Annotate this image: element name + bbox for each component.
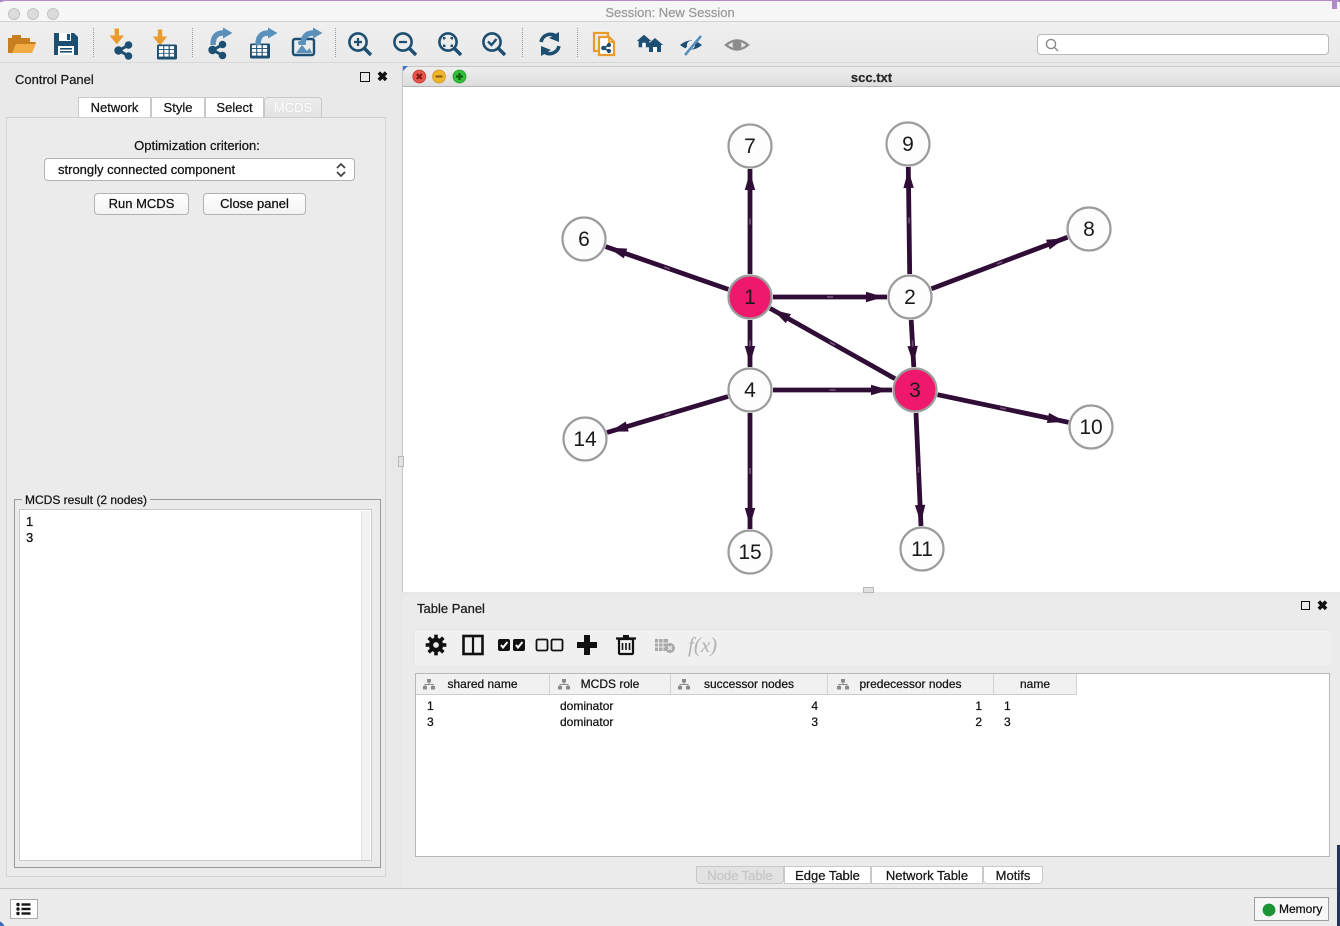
svg-text:9: 9 [902,133,914,156]
svg-text:6: 6 [578,228,590,251]
svg-text:4: 4 [744,379,756,402]
svg-text:7: 7 [744,135,756,158]
svg-text:3: 3 [909,379,921,402]
svg-text:11: 11 [911,538,933,561]
svg-text:2: 2 [904,286,916,309]
svg-text:14: 14 [573,428,597,451]
svg-text:f(x): f(x) [688,633,717,657]
svg-text:15: 15 [738,541,761,564]
svg-text:10: 10 [1079,416,1102,439]
svg-text:8: 8 [1083,218,1095,241]
svg-text:1: 1 [744,286,756,309]
